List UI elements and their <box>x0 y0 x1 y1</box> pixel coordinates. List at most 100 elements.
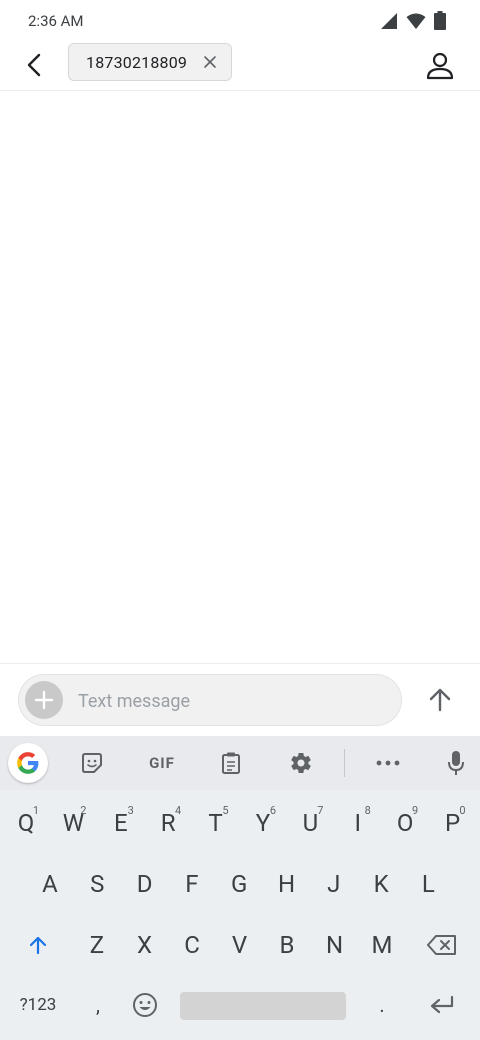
more-dots-icon <box>376 760 400 766</box>
recipient-number: 18730218809 <box>86 52 188 72</box>
toolbar-divider <box>344 749 345 777</box>
key-r[interactable]: R4 <box>148 798 188 848</box>
more-button[interactable] <box>370 746 406 780</box>
key-number-hint: 0 <box>459 804 466 817</box>
period-key-label: . <box>379 993 385 1017</box>
key-u[interactable]: U7 <box>290 798 330 848</box>
key-label: R <box>160 809 176 837</box>
shift-key[interactable] <box>18 920 58 970</box>
key-n[interactable]: N <box>315 920 355 970</box>
remove-recipient-icon[interactable] <box>203 55 217 69</box>
app-bar: 18730218809 <box>0 40 480 91</box>
key-e[interactable]: E3 <box>101 798 141 848</box>
key-number-hint: 1 <box>32 804 39 817</box>
status-icons <box>380 11 446 30</box>
google-search-button[interactable] <box>8 743 48 783</box>
key-f[interactable]: F <box>172 859 212 909</box>
key-h[interactable]: H <box>267 859 307 909</box>
enter-key[interactable] <box>420 982 464 1028</box>
key-number-hint: 2 <box>80 804 87 817</box>
emoji-key[interactable] <box>124 982 166 1028</box>
sticker-icon <box>82 753 102 773</box>
key-number-hint: 5 <box>222 804 229 817</box>
key-a[interactable]: A <box>30 859 70 909</box>
recipient-chip[interactable]: 18730218809 <box>68 43 232 81</box>
conversation-area <box>0 91 480 663</box>
gif-label: GIF <box>149 754 175 772</box>
clipboard-icon <box>222 752 240 774</box>
key-q[interactable]: Q1 <box>6 798 46 848</box>
plus-icon <box>34 690 54 710</box>
key-t[interactable]: T5 <box>196 798 236 848</box>
sticker-button[interactable] <box>74 746 110 780</box>
key-k[interactable]: K <box>361 859 401 909</box>
gear-icon <box>291 753 311 773</box>
key-label: Z <box>89 931 105 959</box>
compose-bar <box>0 663 480 737</box>
keyboard-toolbar: GIF <box>0 736 480 790</box>
key-label: X <box>136 931 153 959</box>
gif-button[interactable]: GIF <box>142 746 182 780</box>
compose-field <box>18 674 402 727</box>
key-label: N <box>325 931 344 959</box>
back-button[interactable] <box>18 49 50 81</box>
key-label: H <box>277 870 296 898</box>
contact-icon[interactable] <box>424 50 456 82</box>
send-arrow-icon[interactable] <box>424 684 456 716</box>
shift-arrow-icon <box>29 936 47 955</box>
comma-key[interactable]: , <box>78 982 118 1028</box>
key-g[interactable]: G <box>219 859 259 909</box>
microphone-icon <box>448 751 464 775</box>
space-key[interactable] <box>180 992 346 1020</box>
key-label: M <box>371 931 393 959</box>
voice-input-button[interactable] <box>438 746 474 780</box>
attach-button[interactable] <box>25 681 63 719</box>
google-g-icon <box>17 752 39 774</box>
key-c[interactable]: C <box>172 920 212 970</box>
key-v[interactable]: V <box>220 920 260 970</box>
key-label: P <box>445 809 461 837</box>
key-label: A <box>42 870 58 898</box>
symbols-key-label: ?123 <box>19 995 57 1015</box>
key-o[interactable]: O9 <box>385 798 425 848</box>
emoji-icon <box>133 993 157 1017</box>
period-key[interactable]: . <box>362 982 402 1028</box>
back-arrow-icon <box>27 53 41 77</box>
key-z[interactable]: Z <box>77 920 117 970</box>
key-w[interactable]: W2 <box>53 798 93 848</box>
key-s[interactable]: S <box>77 859 117 909</box>
key-y[interactable]: Y6 <box>243 798 283 848</box>
key-number-hint: 4 <box>175 804 182 817</box>
key-j[interactable]: J <box>314 859 354 909</box>
keyboard: GIF Q1W2E3R4T5Y6U7I8O9P0 ASDFG H J K L Z… <box>0 736 480 1040</box>
key-label: U <box>302 809 319 837</box>
key-number-hint: 6 <box>269 804 276 817</box>
key-label: V <box>231 931 248 959</box>
key-l[interactable]: L <box>408 859 448 909</box>
wifi-icon <box>406 13 426 29</box>
key-label: G <box>231 870 248 898</box>
settings-button[interactable] <box>283 746 319 780</box>
key-label: L <box>421 870 435 898</box>
clipboard-button[interactable] <box>213 746 249 780</box>
key-p[interactable]: P0 <box>433 798 473 848</box>
key-label: Y <box>255 809 271 837</box>
backspace-icon <box>427 935 456 955</box>
key-m[interactable]: M <box>362 920 402 970</box>
key-b[interactable]: B <box>267 920 307 970</box>
key-label: S <box>90 870 105 898</box>
key-label: J <box>327 870 341 898</box>
key-label: I <box>354 809 362 837</box>
message-input[interactable] <box>76 675 380 727</box>
status-time: 2:36 AM <box>28 12 84 30</box>
cellular-signal-icon <box>381 12 397 29</box>
key-label: O <box>396 809 414 837</box>
key-label: C <box>184 931 200 959</box>
key-number-hint: 9 <box>412 804 419 817</box>
key-d[interactable]: D <box>125 859 165 909</box>
symbols-key[interactable]: ?123 <box>10 982 66 1028</box>
key-x[interactable]: X <box>125 920 165 970</box>
key-i[interactable]: I8 <box>338 798 378 848</box>
key-number-hint: 7 <box>317 804 324 817</box>
backspace-key[interactable] <box>420 920 464 970</box>
